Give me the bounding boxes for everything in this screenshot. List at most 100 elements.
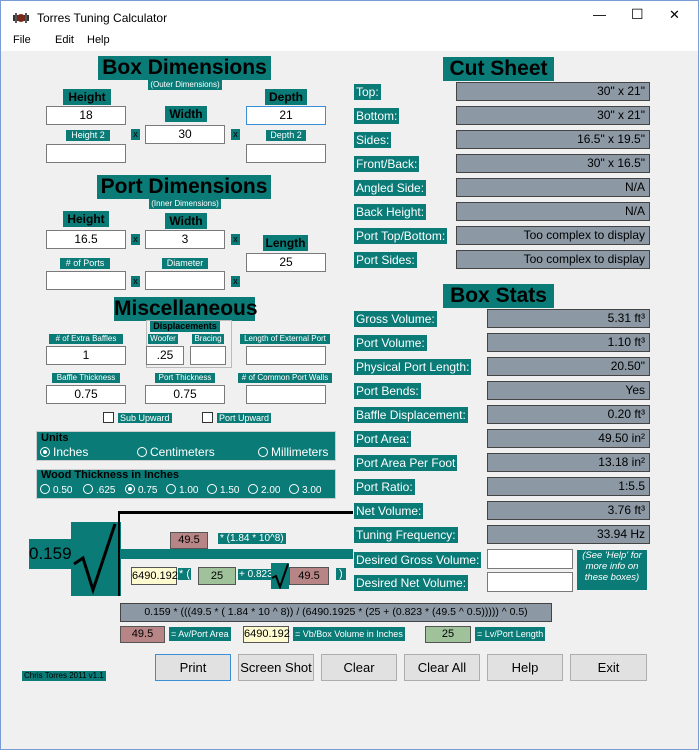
multiply-sign: x: [231, 234, 240, 245]
box-width-input[interactable]: 30: [145, 125, 225, 144]
box-height-input[interactable]: 18: [46, 106, 126, 125]
legend-vb-label: = Vb/Box Volume in Inches: [293, 627, 405, 641]
maximize-button[interactable]: ☐: [631, 6, 644, 23]
checkbox-icon[interactable]: [103, 412, 114, 423]
wood-050-radio[interactable]: 0.50: [40, 484, 72, 496]
port-upward-checkbox[interactable]: Port Upward: [202, 412, 272, 423]
legend-lv-value: 25: [425, 626, 471, 643]
wood-title: Wood Thickness in Inches: [41, 469, 179, 481]
sub-upward-checkbox[interactable]: Sub Upward: [103, 412, 172, 423]
cut-sheet-label: Port Top/Bottom:: [354, 228, 448, 244]
box-stat-value: 1:5.5: [487, 477, 650, 496]
woofer-label: Woofer: [148, 334, 178, 344]
box-stat-value: 49.50 in²: [487, 429, 650, 448]
woofer-input[interactable]: .25: [146, 346, 184, 365]
formula-full: 0.159 * (((49.5 * ( 1.84 * 10 ^ 8)) / (6…: [120, 603, 552, 622]
desired-net-input[interactable]: [487, 572, 573, 592]
wood-200-radio[interactable]: 2.00: [248, 484, 280, 496]
multiply-sign: x: [231, 276, 240, 287]
menu-file[interactable]: File: [13, 34, 31, 46]
radio-icon[interactable]: [258, 447, 268, 457]
wood-300-radio[interactable]: 3.00: [289, 484, 321, 496]
wood-075-radio[interactable]: 0.75: [125, 484, 157, 496]
box-stat-label: Port Volume:: [354, 335, 427, 351]
wood-050-label: 0.50: [53, 485, 73, 496]
box-stat-label: Gross Volume:: [354, 311, 437, 327]
units-inches-label: Inches: [53, 445, 89, 459]
legend-av-label: = Av/Port Area: [169, 627, 231, 641]
box-dimensions-title: Box Dimensions: [98, 56, 271, 80]
port-thickness-label: Port Thickness: [155, 373, 215, 383]
cut-sheet-value: 30" x 21": [456, 82, 650, 101]
extra-baffles-input[interactable]: 1: [46, 346, 126, 365]
units-millimeters-radio[interactable]: Millimeters: [258, 445, 328, 459]
radio-icon[interactable]: [40, 484, 50, 494]
wood-0625-radio[interactable]: .625: [83, 484, 115, 496]
square-root-icon: [271, 563, 289, 590]
title-bar: Torres Tuning Calculator — ☐ ✕: [1, 1, 698, 33]
cut-sheet-value: 30" x 21": [456, 106, 650, 125]
menu-help[interactable]: Help: [87, 34, 110, 46]
units-centimeters-radio[interactable]: Centimeters: [137, 445, 215, 459]
screenshot-button[interactable]: Screen Shot: [238, 654, 314, 681]
wood-100-label: 1.00: [179, 485, 199, 496]
cut-sheet-label: Sides:: [354, 132, 392, 148]
cut-sheet-value: Too complex to display: [456, 226, 650, 245]
menu-edit[interactable]: Edit: [55, 34, 74, 46]
external-port-input[interactable]: [246, 346, 326, 365]
legend-av-value: 49.5: [120, 626, 165, 643]
box-height2-label: Height 2: [66, 130, 110, 141]
checkbox-icon[interactable]: [202, 412, 213, 423]
close-button[interactable]: ✕: [669, 7, 680, 23]
desired-gross-input[interactable]: [487, 549, 573, 569]
exit-button[interactable]: Exit: [570, 654, 647, 681]
radio-icon[interactable]: [137, 447, 147, 457]
box-depth2-label: Depth 2: [266, 130, 306, 141]
bracing-input[interactable]: [190, 346, 226, 365]
port-height-input[interactable]: 16.5: [46, 230, 126, 249]
num-ports-input[interactable]: [46, 271, 126, 290]
port-width-label: Width: [165, 213, 207, 229]
box-stats-title: Box Stats: [443, 284, 554, 308]
units-millimeters-label: Millimeters: [271, 445, 329, 459]
radio-icon[interactable]: [207, 484, 217, 494]
box-depth-input[interactable]: 21: [246, 106, 326, 125]
formula-close-paren: ): [336, 568, 346, 580]
wood-100-radio[interactable]: 1.00: [166, 484, 198, 496]
legend-lv-label: = Lv/Port Length: [475, 627, 546, 641]
box-height2-input[interactable]: [46, 144, 126, 163]
multiply-sign: x: [131, 276, 140, 287]
baffle-thickness-input[interactable]: 0.75: [46, 385, 126, 404]
help-button[interactable]: Help: [487, 654, 563, 681]
clear-button[interactable]: Clear: [321, 654, 397, 681]
radio-selected-icon[interactable]: [125, 484, 135, 494]
cut-sheet-title: Cut Sheet: [443, 57, 554, 81]
clear-all-button[interactable]: Clear All: [404, 654, 480, 681]
radio-icon[interactable]: [289, 484, 299, 494]
formula-open-paren: * (: [178, 568, 191, 580]
box-depth2-input[interactable]: [246, 144, 326, 163]
port-width-input[interactable]: 3: [145, 230, 225, 249]
radio-icon[interactable]: [83, 484, 93, 494]
footer-credit: Chris Torres 2011 v1.1: [22, 671, 106, 681]
common-walls-input[interactable]: [246, 385, 326, 404]
formula-multiplier: * (1.84 * 10^8): [218, 533, 286, 544]
diameter-input[interactable]: [145, 271, 225, 290]
cut-sheet-value: Too complex to display: [456, 250, 650, 269]
port-thickness-input[interactable]: 0.75: [145, 385, 225, 404]
box-stat-label: Port Bends:: [354, 383, 421, 399]
port-dimensions-title: Port Dimensions: [97, 175, 271, 199]
box-height-label: Height: [63, 89, 111, 105]
box-stat-value: 3.76 ft³: [487, 501, 650, 520]
cut-sheet-label: Port Sides:: [354, 252, 417, 268]
wood-150-radio[interactable]: 1.50: [207, 484, 239, 496]
print-button[interactable]: Print: [155, 654, 231, 681]
radio-icon[interactable]: [166, 484, 176, 494]
radio-selected-icon[interactable]: [40, 447, 50, 457]
formula-numerator: 49.5 * (1.84 * 10^8): [125, 522, 353, 549]
radio-icon[interactable]: [248, 484, 258, 494]
units-inches-radio[interactable]: Inches: [40, 445, 88, 459]
minimize-button[interactable]: —: [593, 7, 606, 22]
port-length-input[interactable]: 25: [246, 253, 326, 272]
window-title: Torres Tuning Calculator: [37, 11, 168, 25]
